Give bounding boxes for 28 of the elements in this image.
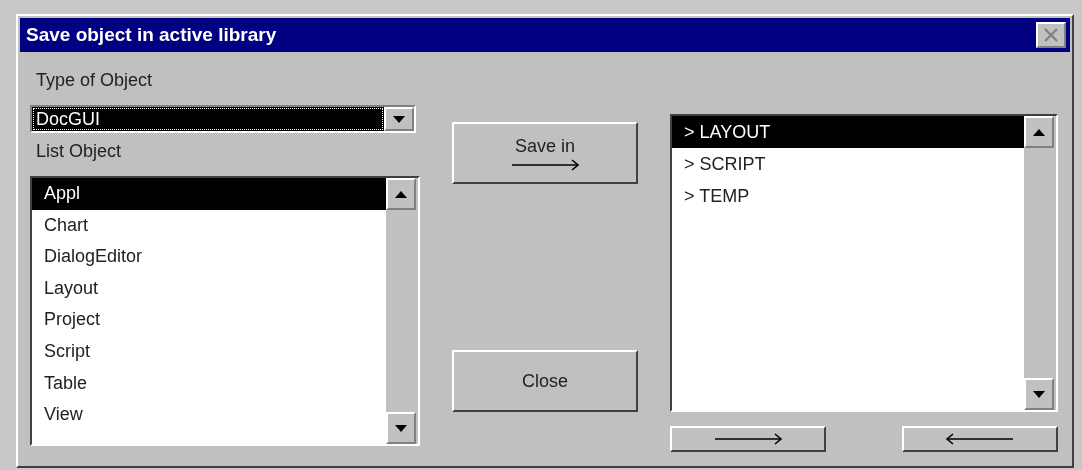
dropdown-value: DocGUI xyxy=(32,107,384,131)
scroll-up-button[interactable] xyxy=(1024,116,1054,148)
move-left-button[interactable] xyxy=(902,426,1058,452)
scrollbar[interactable] xyxy=(386,178,418,444)
up-arrow-icon xyxy=(395,190,407,198)
down-arrow-icon xyxy=(1033,390,1045,398)
close-dialog-button[interactable]: Close xyxy=(452,350,638,412)
down-arrow-icon xyxy=(393,115,405,123)
move-right-button[interactable] xyxy=(670,426,826,452)
type-dropdown[interactable]: DocGUI xyxy=(30,105,416,133)
up-arrow-icon xyxy=(1033,128,1045,136)
window-title: Save object in active library xyxy=(26,24,277,46)
type-label: Type of Object xyxy=(36,70,154,91)
left-arrow-icon xyxy=(945,433,1015,445)
close-button[interactable] xyxy=(1036,22,1066,48)
right-arrow-icon xyxy=(510,158,580,171)
scrollbar[interactable] xyxy=(1024,116,1056,410)
scroll-up-button[interactable] xyxy=(386,178,416,210)
list-label: List Object xyxy=(36,141,123,162)
close-icon xyxy=(1044,28,1058,42)
down-arrow-icon xyxy=(395,424,407,432)
list-item[interactable]: > LAYOUT xyxy=(672,116,1024,148)
save-in-button[interactable]: Save in xyxy=(452,122,638,184)
scroll-down-button[interactable] xyxy=(386,412,416,444)
list-item[interactable]: Appl xyxy=(32,178,386,210)
scroll-down-button[interactable] xyxy=(1024,378,1054,410)
right-arrow-icon xyxy=(713,433,783,445)
dropdown-button[interactable] xyxy=(384,107,414,131)
